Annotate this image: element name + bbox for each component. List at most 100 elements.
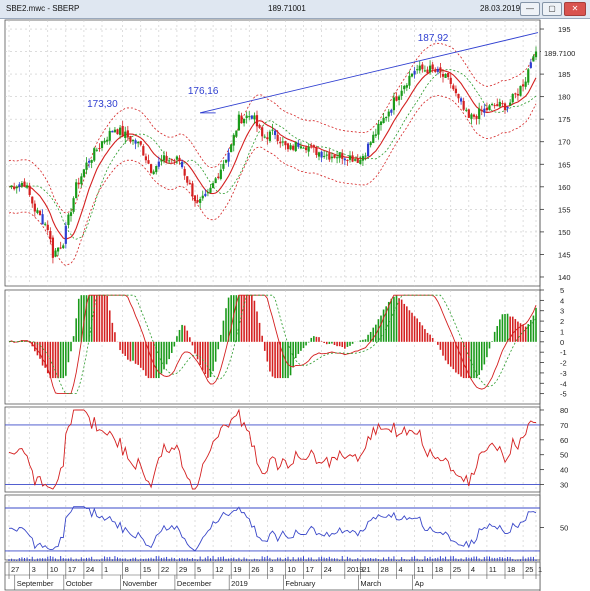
price-candle: [356, 158, 359, 163]
price-candle: [20, 182, 24, 186]
price-axis-label: 145: [558, 250, 571, 259]
panel-frame: [4, 406, 541, 493]
price-candle: [400, 90, 403, 96]
price-candle: [80, 176, 83, 185]
peak-annotation: 173,30: [87, 99, 118, 110]
price-candle: [253, 115, 256, 120]
price-candle: [204, 193, 207, 197]
price-candle: [346, 159, 349, 161]
price-candle: [199, 199, 202, 203]
chart-area[interactable]: 195190185180175170165160155150145140173,…: [0, 0, 590, 591]
price-candle: [341, 153, 344, 159]
price-candle: [255, 115, 259, 127]
price-candle: [242, 118, 246, 124]
price-candle: [421, 64, 424, 70]
price-candle: [235, 130, 238, 137]
date-tick-label: 8: [125, 565, 129, 574]
price-candle: [131, 139, 135, 142]
date-tick-label: 2019: [347, 565, 364, 574]
price-candle: [116, 129, 119, 135]
macd-axis-label: -2: [560, 359, 567, 368]
date-tick-label: 15: [143, 565, 151, 574]
price-candle: [180, 161, 184, 168]
price-axis-label: 175: [558, 115, 571, 124]
price-candle: [364, 155, 367, 157]
date-tick-label: 27: [11, 565, 19, 574]
price-candle: [475, 115, 478, 119]
price-candle: [320, 151, 323, 158]
price-candle: [534, 51, 538, 58]
macd-axis-label: 5: [560, 286, 564, 295]
price-candle: [286, 143, 290, 150]
price-candle: [441, 74, 445, 77]
price-candle: [261, 127, 264, 137]
price-candle: [294, 142, 297, 152]
date-tick-label: 12: [215, 565, 223, 574]
macd-axis-label: -1: [560, 348, 567, 357]
price-candle: [387, 111, 390, 117]
rsi-axis-label: 30: [560, 481, 568, 490]
price-candle: [485, 107, 489, 111]
price-candle: [142, 146, 145, 156]
price-candle: [454, 88, 458, 94]
price-candle: [472, 114, 476, 117]
price-candle: [325, 154, 328, 156]
price-candle: [351, 155, 354, 162]
month-label: October: [66, 579, 93, 588]
price-candle: [302, 147, 305, 149]
date-tick-label: 19: [233, 565, 241, 574]
date-tick-label: 4: [399, 565, 403, 574]
price-candle: [13, 186, 16, 190]
price-candle: [217, 176, 220, 179]
price-candle: [312, 145, 315, 148]
price-candle: [268, 131, 272, 141]
price-candle: [431, 64, 434, 70]
price-candle: [330, 156, 334, 159]
date-tick-label: 29: [179, 565, 187, 574]
price-candle: [113, 129, 117, 133]
macd-axis-label: -4: [560, 379, 567, 388]
price-candle: [67, 214, 70, 225]
price-candle: [147, 160, 150, 164]
peak-annotation: 176,16: [188, 86, 219, 97]
date-tick-label: 17: [68, 565, 76, 574]
date-tick-label: 17: [306, 565, 314, 574]
price-candle: [126, 130, 129, 138]
price-candle: [266, 137, 269, 140]
price-candle: [170, 159, 173, 161]
price-candle: [111, 130, 114, 133]
price-candle: [33, 203, 36, 212]
price-candle: [129, 136, 132, 142]
price-candle: [93, 148, 96, 161]
month-label: September: [17, 579, 54, 588]
price-axis-label: 185: [558, 70, 571, 79]
price-candle: [323, 155, 326, 157]
price-candle: [348, 155, 352, 160]
price-axis-label: 195: [558, 25, 571, 34]
price-candle: [284, 141, 287, 146]
price-candle: [519, 85, 522, 96]
price-candle: [144, 156, 148, 161]
date-tick-label: 5: [197, 565, 201, 574]
price-candle: [31, 196, 34, 204]
price-candle: [374, 134, 377, 136]
price-candle: [18, 184, 21, 187]
price-candle: [299, 146, 303, 149]
price-candle: [23, 181, 26, 187]
price-candle: [258, 124, 261, 128]
price-candle: [149, 164, 153, 173]
price-candle: [488, 105, 491, 111]
price-candle: [95, 149, 98, 151]
price-candle: [175, 156, 179, 160]
price-candle: [377, 123, 380, 135]
date-tick-label: 25: [525, 565, 533, 574]
price-candle: [465, 109, 468, 111]
price-candle: [196, 200, 199, 203]
date-tick-label: 11: [489, 565, 497, 574]
price-candle: [426, 69, 429, 74]
price-candle: [372, 134, 375, 144]
price-candle: [281, 141, 284, 143]
price-candle: [416, 69, 419, 71]
month-label: December: [177, 579, 212, 588]
price-candle: [452, 85, 455, 90]
